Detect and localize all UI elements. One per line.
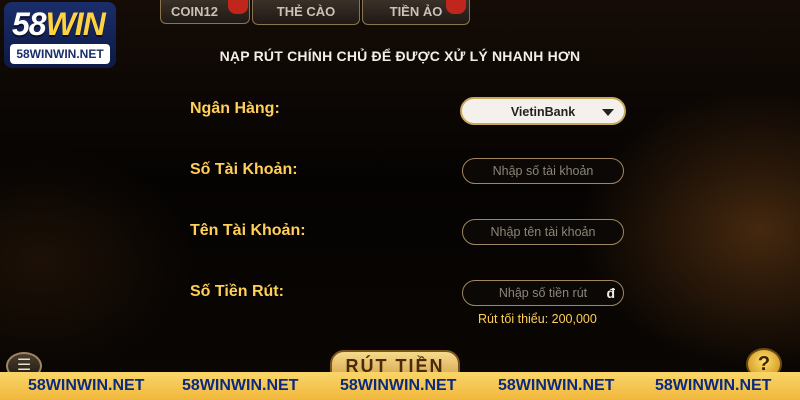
account-number-input[interactable]: Nhập số tài khoản — [462, 158, 624, 184]
chevron-down-icon — [602, 109, 614, 116]
bank-select[interactable]: VietinBank — [460, 97, 626, 125]
tab-badge — [446, 0, 466, 14]
currency-symbol: đ — [606, 285, 615, 301]
amount-placeholder: Nhập số tiền rút — [498, 286, 588, 300]
amount-label: Số Tiền Rút: — [190, 283, 284, 300]
amount-input[interactable]: Nhập số tiền rút đ — [462, 280, 624, 306]
banner-domain: 58WINWIN.NET — [340, 377, 457, 394]
banner-domain: 58WINWIN.NET — [182, 377, 299, 394]
account-number-label: Số Tài Khoản: — [190, 161, 298, 178]
logo-number: 58 — [12, 6, 47, 42]
account-name-input[interactable]: Nhập tên tài khoản — [462, 219, 624, 245]
account-name-label: Tên Tài Khoản: — [190, 222, 306, 239]
banner-domain: 58WINWIN.NET — [498, 377, 615, 394]
bank-select-value: VietinBank — [510, 105, 576, 119]
banner-domain: 58WINWIN.NET — [28, 377, 145, 394]
tab-bar: COIN12 THẺ CÀO TIỀN ẢO — [160, 0, 470, 25]
banner-domain: 58WINWIN.NET — [655, 377, 772, 394]
logo-wordmark: 58WIN — [12, 6, 106, 43]
logo-word: WIN — [45, 6, 106, 42]
tab-scratch-card[interactable]: THẺ CÀO — [252, 0, 360, 25]
watermark-banner: 58WINWIN.NET 58WINWIN.NET 58WINWIN.NET 5… — [0, 372, 800, 400]
bank-label: Ngân Hàng: — [190, 100, 280, 117]
min-withdraw-note: Rút tối thiểu: 200,000 — [478, 312, 597, 326]
notice-heading: NẠP RÚT CHÍNH CHỦ ĐỂ ĐƯỢC XỬ LÝ NHANH HƠ… — [219, 48, 581, 64]
tab-badge — [228, 0, 248, 14]
